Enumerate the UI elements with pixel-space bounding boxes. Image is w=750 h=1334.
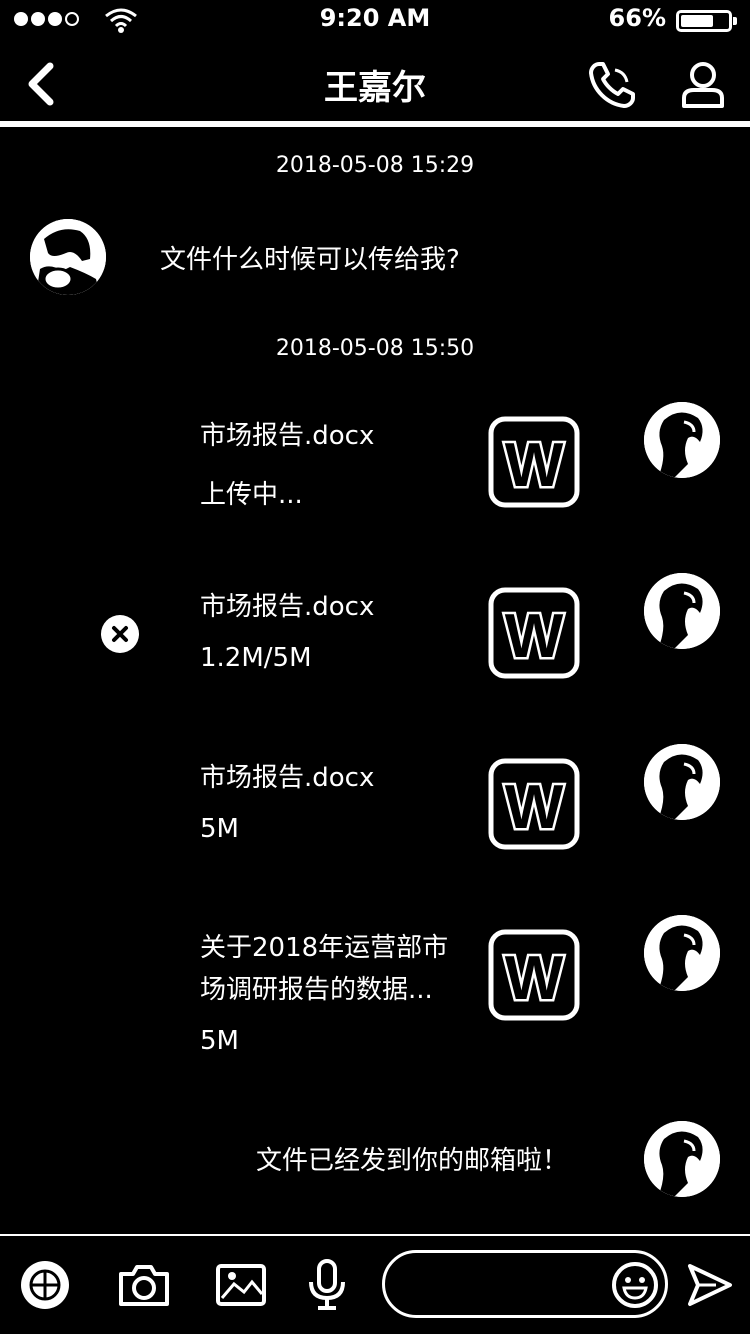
file-name-line-2: 场调研报告的数据...: [200, 975, 433, 1005]
user-avatar[interactable]: [644, 573, 720, 649]
word-document-icon[interactable]: W: [488, 416, 580, 508]
battery-icon: [676, 10, 737, 32]
close-icon: [112, 626, 128, 642]
timestamp: 2018-05-08 15:50: [275, 336, 475, 361]
nav-bar: 王嘉尔: [0, 40, 750, 126]
grid-icon[interactable]: [18, 1258, 72, 1312]
phone-call-icon[interactable]: [585, 58, 639, 112]
incoming-message-text: 文件什么时候可以传给我?: [160, 245, 460, 275]
file-name: 市场报告.docx: [200, 763, 375, 793]
header-divider: [0, 121, 750, 127]
battery-percentage: 66%: [608, 4, 666, 32]
user-avatar[interactable]: [644, 402, 720, 478]
file-name: 市场报告.docx: [200, 592, 375, 622]
svg-text:W: W: [505, 944, 564, 1013]
status-bar: 9:20 AM 66%: [0, 0, 750, 40]
svg-text:W: W: [505, 431, 564, 500]
cancel-upload-button[interactable]: [101, 615, 139, 653]
microphone-icon[interactable]: [300, 1258, 354, 1312]
file-upload-progress: 1.2M/5M: [200, 643, 312, 673]
word-document-icon[interactable]: W: [488, 929, 580, 1021]
send-icon[interactable]: [686, 1262, 734, 1308]
user-avatar[interactable]: [644, 915, 720, 991]
word-document-icon[interactable]: W: [488, 587, 580, 679]
toolbar-divider: [0, 1234, 750, 1236]
svg-text:W: W: [505, 602, 564, 671]
contact-avatar[interactable]: [30, 219, 106, 295]
file-size: 5M: [200, 1026, 239, 1056]
word-document-icon[interactable]: W: [488, 758, 580, 850]
timestamp: 2018-05-08 15:29: [275, 153, 475, 178]
outgoing-message-text: 文件已经发到你的邮箱啦！: [256, 1146, 569, 1176]
image-icon[interactable]: [214, 1258, 268, 1312]
user-avatar[interactable]: [644, 1121, 720, 1197]
camera-icon[interactable]: [117, 1258, 171, 1312]
smiley-icon[interactable]: [610, 1260, 660, 1310]
file-upload-status: 上传中...: [200, 480, 303, 510]
svg-text:W: W: [505, 773, 564, 842]
user-avatar[interactable]: [644, 744, 720, 820]
file-name: 市场报告.docx: [200, 421, 375, 451]
contact-profile-icon[interactable]: [676, 58, 730, 112]
file-name-line-1: 关于2018年运营部市: [200, 933, 449, 963]
file-size: 5M: [200, 814, 239, 844]
